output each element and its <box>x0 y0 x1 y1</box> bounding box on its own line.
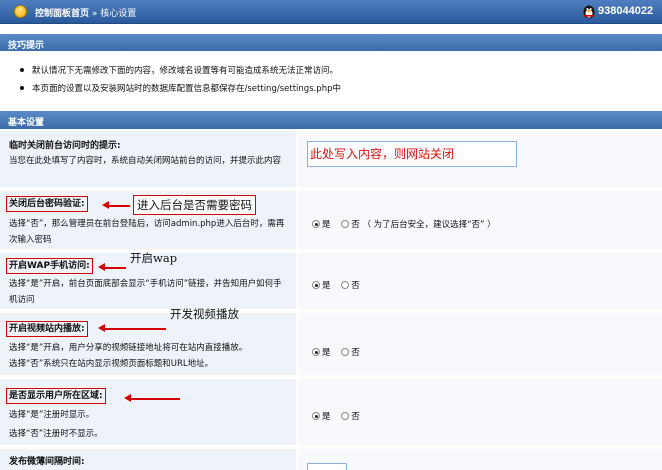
radio-yes[interactable] <box>312 220 320 228</box>
radio-yes[interactable] <box>312 348 320 356</box>
breadcrumb-current: 核心设置 <box>100 9 137 19</box>
close-site-message-textarea[interactable]: 此处写入内容，则网站关闭 <box>307 141 517 167</box>
setting-row-weibo-interval: 发布微薄间隔时间: <box>0 449 662 470</box>
breadcrumb: 控制面板首页 » 核心设置 <box>35 6 136 19</box>
setting-description: 选择“否”注册时不显示。 <box>9 429 103 439</box>
setting-description: 当您在此处填写了内容时，系统自动关闭网站前台的访问，并提示此内容 <box>9 156 282 166</box>
home-icon <box>14 5 27 18</box>
setting-label: 关闭后台密码验证: <box>6 196 88 212</box>
user-qq-id[interactable]: 938044022 <box>598 5 653 17</box>
top-bar: 控制面板首页 » 核心设置 938044022 <box>0 0 662 24</box>
annotation-video: 开发视频播放 <box>170 307 239 321</box>
tips-list: 默认情况下无需修改下面的内容，修改域名设置等有可能造成系统无法正常访问。 本页面… <box>0 51 662 104</box>
breadcrumb-home-link[interactable]: 控制面板首页 <box>35 9 89 19</box>
setting-description: 选择“是”开启，前台页面底部会显示“手机访问”链接，并告知用户如何手机访问 <box>9 279 282 305</box>
setting-label: 临时关闭前台访问时的提示: <box>9 141 121 151</box>
radio-yes[interactable] <box>312 281 320 289</box>
region-radio-group: 是 否 <box>312 410 360 422</box>
setting-description: 选择“是”注册时显示。 <box>9 410 95 420</box>
radio-no[interactable] <box>341 412 350 420</box>
annotation-arrow <box>124 395 180 401</box>
annotation-arrow <box>102 202 130 208</box>
tips-section-title: 技巧提示 <box>0 34 662 52</box>
video-radio-group: 是 否 <box>312 346 360 358</box>
setting-row-admin-password: 关闭后台密码验证: 选择“否”，那么管理员在前台登陆后，访问admin.php进… <box>0 191 662 251</box>
radio-no[interactable] <box>341 281 350 289</box>
setting-label: 开启视频站内播放: <box>6 321 88 337</box>
security-hint: （ 为了后台安全，建议选择“否” ） <box>362 220 496 230</box>
setting-row-video: 开启视频站内播放: 选择“是”开启，用户分享的视频链接地址将可在站内直接播放。 … <box>0 313 662 377</box>
setting-label: 开启WAP手机访问: <box>6 258 93 274</box>
annotation-password: 进入后台是否需要密码 <box>133 195 256 215</box>
setting-label: 发布微薄间隔时间: <box>9 457 85 467</box>
setting-description: 选择“是”开启，用户分享的视频链接地址将可在站内直接播放。 <box>9 343 248 353</box>
admin-password-radio-group: 是 否 （ 为了后台安全，建议选择“否” ） <box>312 218 496 230</box>
setting-row-close-site: 临时关闭前台访问时的提示: 当您在此处填写了内容时，系统自动关闭网站前台的访问，… <box>0 131 662 189</box>
settings-section-title: 基本设置 <box>0 111 662 129</box>
qq-penguin-icon <box>583 5 595 19</box>
annotation-wap: 开启wap <box>130 251 178 265</box>
setting-description: 选择“否”，那么管理员在前台登陆后，访问admin.php进入后台时，需再次输入… <box>9 219 285 245</box>
breadcrumb-separator: » <box>91 9 98 19</box>
radio-yes[interactable] <box>312 412 320 420</box>
setting-row-wap: 开启WAP手机访问: 选择“是”开启，前台页面底部会显示“手机访问”链接，并告知… <box>0 253 662 311</box>
annotation-arrow <box>98 325 166 331</box>
setting-description: 选择“否”系统只在站内显示视频页面标题和URL地址。 <box>9 359 214 369</box>
setting-label: 是否显示用户所在区域: <box>6 388 106 404</box>
wap-radio-group: 是 否 <box>312 279 360 291</box>
radio-no[interactable] <box>341 348 350 356</box>
setting-row-region: 是否显示用户所在区域: 选择“是”注册时显示。 选择“否”注册时不显示。 是 否 <box>0 379 662 447</box>
annotation-arrow <box>98 264 126 270</box>
weibo-interval-input[interactable] <box>307 463 347 470</box>
tip-item: 本页面的设置以及安装网站时的数据库配置信息都保存在/setting/settin… <box>20 84 341 94</box>
radio-no[interactable] <box>341 220 350 228</box>
tip-item: 默认情况下无需修改下面的内容，修改域名设置等有可能造成系统无法正常访问。 <box>19 66 339 76</box>
